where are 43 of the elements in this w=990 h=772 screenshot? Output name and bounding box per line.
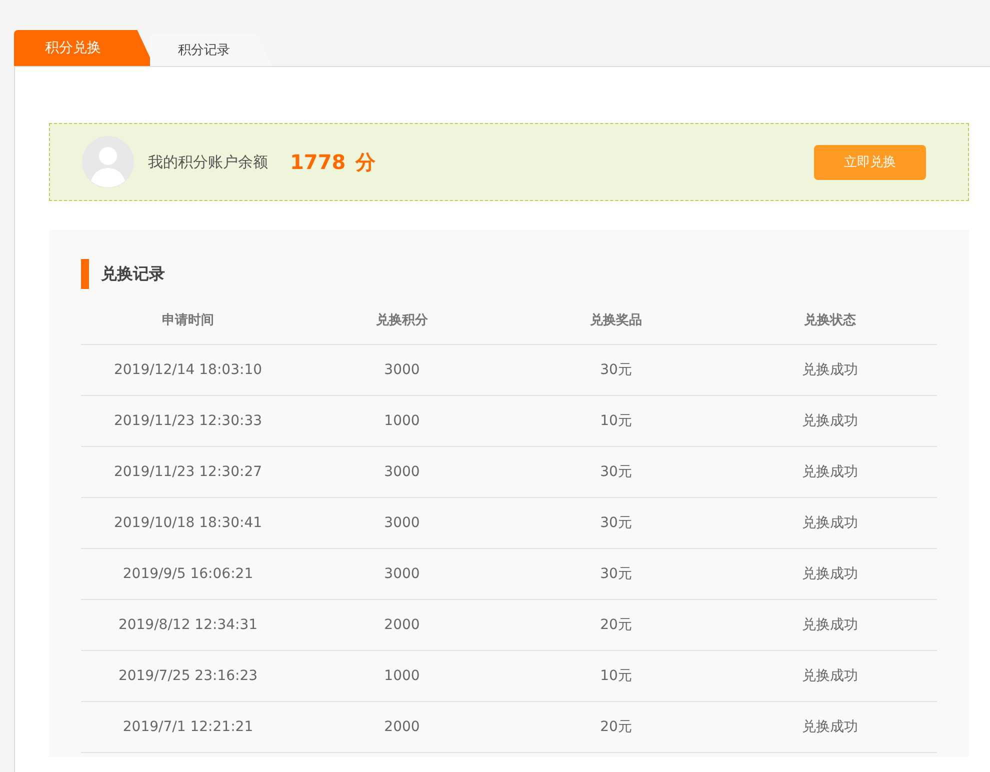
table-cell: 2019/7/1 12:21:21 bbox=[81, 702, 295, 752]
table-cell: 30元 bbox=[509, 446, 723, 498]
table-cell: 2019/8/12 12:34:31 bbox=[81, 600, 295, 650]
table-cell: 10元 bbox=[509, 650, 723, 702]
table-cell: 2000 bbox=[295, 600, 509, 650]
table-cell: 兑换成功 bbox=[723, 650, 937, 702]
table-cell: 20元 bbox=[509, 600, 723, 650]
table-cell: 兑换成功 bbox=[723, 396, 937, 446]
table-cell: 30元 bbox=[509, 344, 723, 396]
table-cell: 10元 bbox=[509, 396, 723, 446]
table-cell: 20元 bbox=[509, 702, 723, 752]
table-cell: 兑换成功 bbox=[723, 600, 937, 650]
redeem-button[interactable]: 立即兑换 bbox=[814, 144, 926, 180]
table-cell: 3000 bbox=[295, 446, 509, 498]
table-cell: 2019/11/23 12:30:27 bbox=[81, 446, 295, 498]
table-cell: 2000 bbox=[295, 702, 509, 752]
table-cell: 兑换成功 bbox=[723, 702, 937, 752]
table-cell: 3000 bbox=[295, 344, 509, 396]
table-cell: 2019/9/5 16:06:21 bbox=[81, 548, 295, 600]
table-cell: 1000 bbox=[295, 396, 509, 446]
column-header: 兑换积分 bbox=[295, 297, 509, 344]
avatar-icon bbox=[82, 136, 134, 188]
table-cell: 2019/7/25 23:16:23 bbox=[81, 650, 295, 702]
table-cell: 2019/10/18 18:30:41 bbox=[81, 498, 295, 548]
table-cell: 兑换成功 bbox=[723, 446, 937, 498]
column-header: 兑换奖品 bbox=[509, 297, 723, 344]
table-cell: 3000 bbox=[295, 548, 509, 600]
table-cell: 3000 bbox=[295, 498, 509, 548]
column-header: 申请时间 bbox=[81, 297, 295, 344]
table-cell: 1000 bbox=[295, 650, 509, 702]
table-cell: 2019/12/14 18:03:10 bbox=[81, 344, 295, 396]
table-cell: 30元 bbox=[509, 548, 723, 600]
table-cell: 兑换成功 bbox=[723, 344, 937, 396]
table-cell: 兑换成功 bbox=[723, 548, 937, 600]
table-cell: 30元 bbox=[509, 498, 723, 548]
table-cell: 兑换成功 bbox=[723, 498, 937, 548]
points-unit: 分 bbox=[356, 148, 376, 176]
points-value: 1778 bbox=[290, 150, 346, 174]
balance-label: 我的积分账户余额 bbox=[148, 152, 268, 172]
column-header: 兑换状态 bbox=[723, 297, 937, 344]
table-cell: 2019/11/23 12:30:33 bbox=[81, 396, 295, 446]
title-accent-bar bbox=[81, 259, 89, 289]
section-title: 兑换记录 bbox=[101, 264, 165, 284]
